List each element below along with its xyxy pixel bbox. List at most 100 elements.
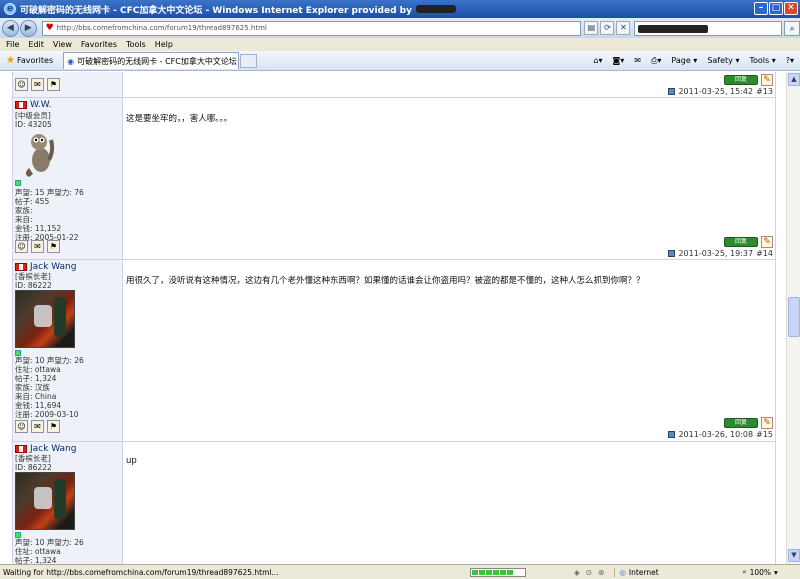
- avatar[interactable]: [15, 290, 75, 348]
- author-id: ID: 43205: [15, 120, 52, 129]
- mail-icon[interactable]: ✉: [634, 56, 641, 65]
- stat-money: 金钱: 11,694: [15, 401, 62, 410]
- safety-menu[interactable]: Safety ▾: [707, 56, 739, 65]
- author-name[interactable]: Jack Wang: [30, 262, 76, 272]
- stat-money: 金钱: 11,152: [15, 224, 62, 233]
- profile-icon[interactable]: ☺: [15, 420, 28, 433]
- tools-menu[interactable]: Tools ▾: [749, 56, 775, 65]
- address-url: http://bbs.comefromchina.com/forum19/thr…: [56, 24, 267, 32]
- zoom-level: 100%: [749, 567, 772, 577]
- stat-posts: 帖子: 455: [15, 197, 50, 206]
- pm-icon[interactable]: ✉: [31, 420, 44, 433]
- print-icon[interactable]: ⎙▾: [651, 56, 661, 66]
- favorites-button[interactable]: ★ Favorites: [0, 52, 59, 70]
- author-id: ID: 86222: [15, 281, 52, 290]
- tab-title: 可破解密码的无线网卡 - CFC加拿大中文论坛: [77, 56, 237, 66]
- search-icon[interactable]: ⌕: [784, 20, 800, 36]
- stat-reputation: 声望: 10 声望力: 26: [15, 538, 84, 547]
- addon-icon[interactable]: ⊛: [598, 568, 604, 577]
- home-icon[interactable]: ⌂▾: [593, 56, 602, 65]
- menu-file[interactable]: File: [6, 40, 19, 49]
- post-date-icon: [668, 250, 676, 257]
- author-name[interactable]: W.W.: [30, 100, 51, 110]
- refresh-icon[interactable]: ⟳: [600, 21, 615, 35]
- forward-button[interactable]: ▶: [19, 19, 37, 37]
- pm-icon[interactable]: ✉: [31, 240, 44, 253]
- post-number[interactable]: #13: [756, 87, 773, 96]
- edit-icon[interactable]: ✎: [761, 417, 773, 429]
- page-content: ☺ ✉ ⚑ 回复 ✎ 2011-03-25, 15:42 #13 W.W. [中…: [0, 72, 786, 564]
- zone-label: Internet: [628, 567, 659, 577]
- scroll-up-arrow-icon[interactable]: ▲: [788, 73, 800, 86]
- star-icon: ★: [6, 55, 15, 66]
- stat-family: 家族: 汉族: [15, 383, 50, 392]
- address-bar[interactable]: ♥ http://bbs.comefromchina.com/forum19/t…: [41, 20, 582, 36]
- profile-icon[interactable]: ☺: [15, 78, 28, 91]
- stat-from: 来自: China: [15, 392, 57, 401]
- stat-family: 家族:: [15, 206, 33, 215]
- post-date: 2011-03-25, 15:42: [678, 87, 754, 96]
- favorites-label: Favorites: [16, 56, 54, 65]
- stat-address: 住址: ottawa: [15, 547, 61, 556]
- post-message: 用很久了，没听说有这种情况，这边有几个老外懂这种东西啊？如果懂的话谁会让你盗用吗…: [126, 276, 645, 286]
- post-14: W.W. [中级会员] ID: 43205 声望: 15 声望力: 76 帖子:…: [12, 98, 776, 260]
- menu-tools[interactable]: Tools: [126, 40, 146, 49]
- tab-current[interactable]: ◉ 可破解密码的无线网卡 - CFC加拿大中文论坛: [63, 52, 240, 69]
- menu-edit[interactable]: Edit: [28, 40, 44, 49]
- close-button[interactable]: ✕: [784, 2, 798, 15]
- minimize-button[interactable]: –: [754, 2, 768, 15]
- post-date-icon: [668, 88, 676, 95]
- scroll-down-arrow-icon[interactable]: ▼: [788, 549, 800, 562]
- post-date-icon: [668, 431, 676, 438]
- new-tab-button[interactable]: [240, 53, 258, 68]
- vertical-scrollbar[interactable]: ▲ ▼: [786, 72, 800, 564]
- maximize-button[interactable]: □: [769, 2, 783, 15]
- back-button[interactable]: ◀: [2, 19, 19, 37]
- author-rank: [香槟长老]: [15, 272, 51, 281]
- edit-icon[interactable]: ✎: [761, 236, 773, 248]
- post-number[interactable]: #14: [756, 249, 773, 258]
- post-date: 2011-03-25, 19:37: [678, 249, 754, 258]
- feeds-icon[interactable]: ◙▾: [612, 56, 624, 65]
- canada-flag-icon: [15, 101, 27, 109]
- zoom-control[interactable]: ⌕ 100% ▾: [742, 567, 777, 577]
- author-name[interactable]: Jack Wang: [30, 444, 76, 454]
- page-menu[interactable]: Page ▾: [671, 56, 697, 65]
- author-rank: [中级会员]: [15, 111, 51, 120]
- help-icon[interactable]: ?▾: [786, 56, 794, 65]
- post-message: up: [126, 456, 137, 466]
- post-13-tail: ☺ ✉ ⚑ 回复 ✎ 2011-03-25, 15:42 #13: [12, 72, 776, 98]
- post-number[interactable]: #15: [756, 430, 773, 439]
- window-title-bar: e 可破解密码的无线网卡 - CFC加拿大中文论坛 - Windows Inte…: [0, 0, 800, 18]
- quote-reply-button[interactable]: 回复: [724, 237, 758, 247]
- quote-reply-button[interactable]: 回复: [724, 75, 758, 85]
- author-id: ID: 86222: [15, 463, 52, 472]
- globe-icon: ◎: [619, 567, 626, 577]
- menu-help[interactable]: Help: [155, 40, 173, 49]
- avatar[interactable]: [15, 472, 75, 530]
- search-input[interactable]: [634, 20, 783, 36]
- post-15: Jack Wang [香槟长老] ID: 86222 声望: 10 声望力: 2…: [12, 260, 776, 442]
- flag-icon[interactable]: ⚑: [47, 240, 60, 253]
- security-icon[interactable]: ⊙: [586, 568, 592, 577]
- flag-icon[interactable]: ⚑: [47, 78, 60, 91]
- window-title: 可破解密码的无线网卡 - CFC加拿大中文论坛 - Windows Intern…: [20, 5, 412, 16]
- popup-blocker-icon[interactable]: ◈: [574, 568, 580, 577]
- menu-favorites[interactable]: Favorites: [81, 40, 117, 49]
- address-row: ◀ ▶ ♥ http://bbs.comefromchina.com/forum…: [0, 18, 800, 38]
- loading-progress: [470, 567, 526, 577]
- stat-from: 来自:: [15, 215, 33, 224]
- pm-icon[interactable]: ✉: [31, 78, 44, 91]
- profile-icon[interactable]: ☺: [15, 240, 28, 253]
- compat-view-icon[interactable]: ▤: [584, 21, 599, 35]
- scroll-thumb[interactable]: [788, 297, 800, 337]
- edit-icon[interactable]: ✎: [761, 74, 773, 86]
- flag-icon[interactable]: ⚑: [47, 420, 60, 433]
- avatar[interactable]: [21, 130, 55, 178]
- security-zone[interactable]: ◎ Internet: [614, 567, 714, 577]
- stop-icon[interactable]: ✕: [616, 21, 631, 35]
- redacted-search-provider: [638, 24, 709, 33]
- quote-reply-button[interactable]: 回复: [724, 418, 758, 428]
- post-message: 这是要坐牢的，，害人哪。。。: [126, 114, 233, 124]
- menu-view[interactable]: View: [53, 40, 72, 49]
